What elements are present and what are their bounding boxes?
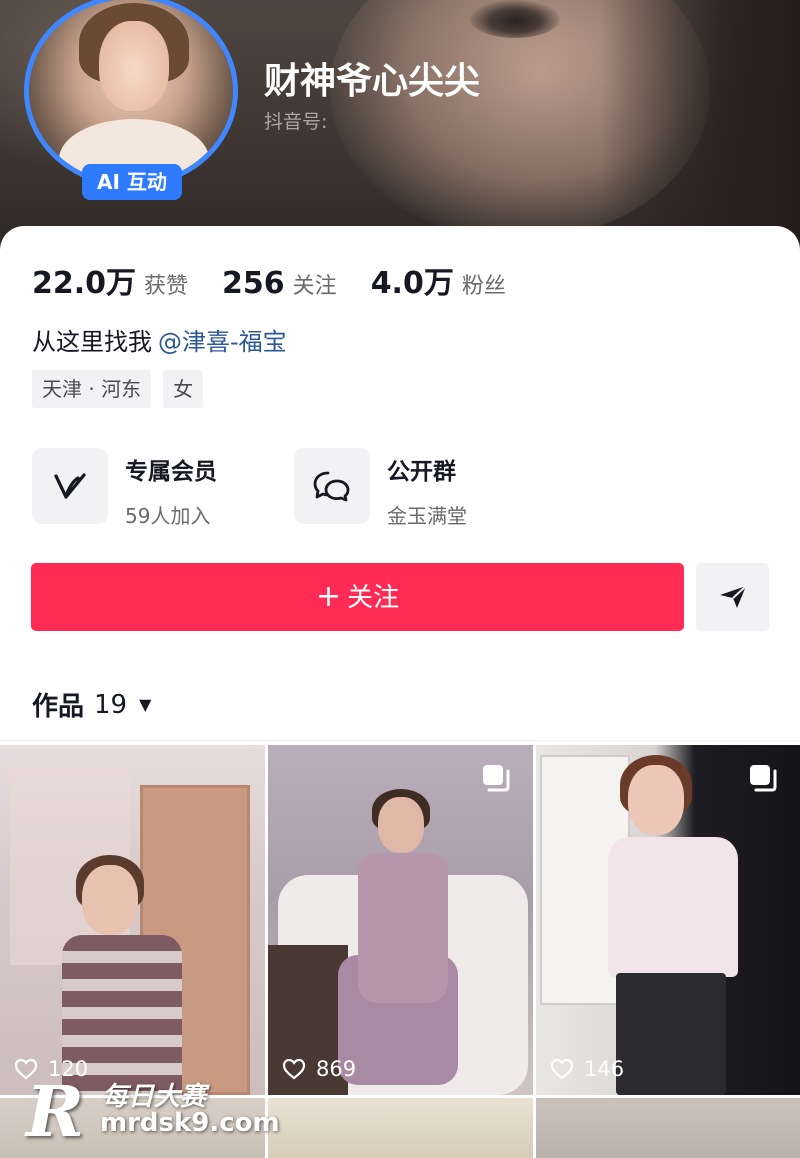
profile-stats: 22.0万 获赞 256 关注 4.0万 粉丝: [32, 258, 540, 302]
tag-location: 天津 · 河东: [32, 370, 152, 408]
share-button[interactable]: [696, 563, 769, 631]
feature-vip-membership[interactable]: 专属会员 59人加入: [32, 448, 294, 529]
stat-likes: 22.0万 获赞: [32, 258, 188, 302]
video-like-count: 146: [550, 1057, 624, 1081]
heart-icon: [550, 1058, 574, 1080]
send-arrow-icon: [719, 585, 747, 608]
feature-group-subtitle: 金玉满堂: [387, 504, 467, 528]
tab-works[interactable]: 作品 19 ▼: [32, 686, 151, 723]
video-thumbnail[interactable]: 146: [536, 745, 800, 1095]
bio-mention-link[interactable]: @津喜-福宝: [158, 328, 287, 356]
avatar-image-face: [99, 21, 169, 111]
stat-following-label: 关注: [292, 274, 337, 299]
profile-tags: 天津 · 河东 女: [32, 370, 215, 408]
stat-followers-label: 粉丝: [461, 274, 506, 299]
works-label: 作品: [32, 692, 85, 722]
douyin-id-label: 抖音号:: [264, 111, 328, 133]
works-count: 19: [94, 689, 128, 720]
follow-button[interactable]: + 关注: [31, 563, 684, 631]
watermark-logo: R: [26, 1070, 85, 1153]
thumbnail-image-person-shirt: [608, 837, 738, 977]
thumbnail-image-person-head: [378, 797, 424, 853]
video-thumbnail[interactable]: 120: [0, 745, 265, 1095]
profile-bio: 从这里找我 @津喜-福宝: [32, 322, 287, 357]
thumbnail-image-person-head: [82, 865, 138, 935]
like-count-text: 146: [584, 1057, 625, 1081]
caret-down-icon: ▼: [139, 695, 152, 714]
thumbnail-image-person-body: [358, 853, 448, 1003]
stat-likes-value: 22.0万: [32, 266, 137, 301]
divider: [0, 740, 800, 741]
watermark-url: mrdsk9.com: [100, 1108, 280, 1138]
thumbnail-image-person-skirt: [616, 973, 726, 1095]
feature-vip-subtitle: 59人加入: [125, 504, 211, 528]
plus-icon: +: [315, 579, 342, 614]
stat-followers[interactable]: 4.0万 粉丝: [371, 258, 506, 302]
stat-likes-label: 获赞: [144, 274, 189, 299]
video-thumbnail[interactable]: 869: [268, 745, 533, 1095]
tag-gender: 女: [163, 370, 204, 408]
multi-image-icon: [481, 763, 511, 797]
thumbnail-image-person-head: [628, 765, 684, 835]
profile-name: 财神爷心尖尖: [264, 61, 481, 102]
feature-entries: 专属会员 59人加入 公开群 金玉满堂: [32, 448, 556, 529]
ai-interaction-badge[interactable]: AI 互动: [82, 164, 182, 200]
feature-group-title: 公开群: [387, 459, 456, 485]
banner-background-image-detail: [470, 0, 560, 38]
feature-vip-title: 专属会员: [125, 459, 217, 485]
like-count-text: 869: [316, 1057, 357, 1081]
bio-text: 从这里找我: [32, 328, 152, 356]
avatar[interactable]: [24, 0, 238, 188]
stat-following[interactable]: 256 关注: [222, 266, 337, 301]
vip-v-icon: [32, 448, 108, 524]
feature-public-group[interactable]: 公开群 金玉满堂: [294, 448, 556, 529]
watermark: R 每日大赛 mrdsk9.com: [10, 1062, 300, 1153]
video-thumbnail[interactable]: [268, 1098, 533, 1158]
follow-button-label: 关注: [347, 583, 400, 613]
multi-image-icon: [748, 763, 778, 797]
stat-followers-value: 4.0万: [370, 266, 454, 301]
video-thumbnail[interactable]: [536, 1098, 800, 1158]
chat-bubbles-icon: [294, 448, 370, 524]
stat-following-value: 256: [222, 266, 285, 301]
banner-background-shade: [600, 0, 800, 250]
